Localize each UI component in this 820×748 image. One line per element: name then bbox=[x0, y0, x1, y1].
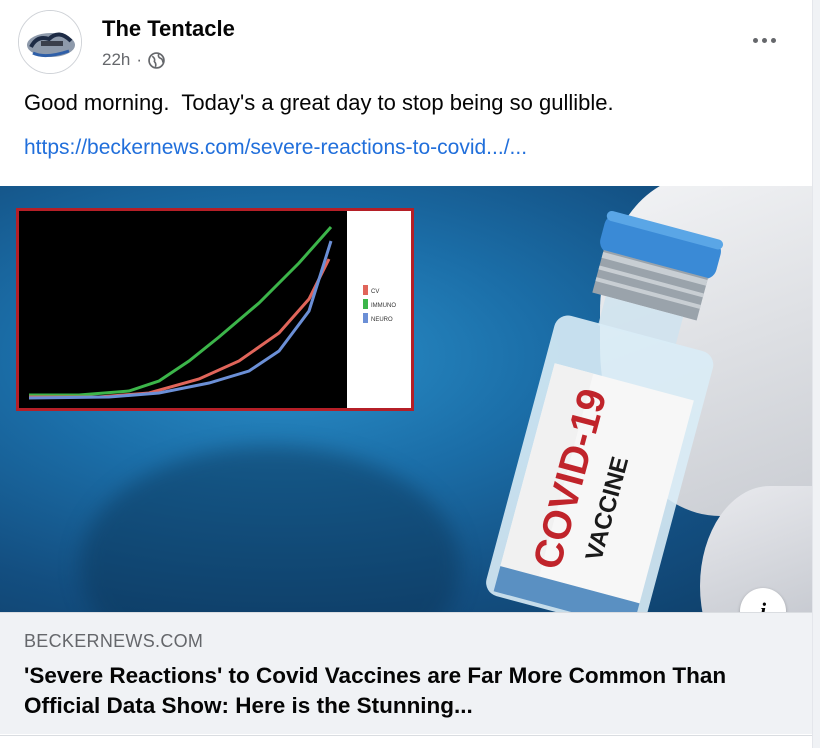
inset-chart-svg: CV IMMUNO NEURO bbox=[19, 211, 411, 408]
post-time[interactable]: 22h bbox=[102, 50, 130, 70]
post-link[interactable]: https://beckernews.com/severe-reactions-… bbox=[24, 136, 527, 160]
legend-cv-swatch bbox=[363, 285, 368, 295]
legend-immuno-label: IMMUNO bbox=[371, 303, 396, 309]
post-text: Good morning. Today's a great day to sto… bbox=[24, 90, 614, 115]
more-options-button[interactable] bbox=[744, 26, 784, 54]
legend-neuro-swatch bbox=[363, 313, 368, 323]
post-image[interactable]: CV IMMUNO NEURO COVID-19 VACCINE bbox=[0, 186, 812, 612]
link-preview-card[interactable]: BECKERNEWS.COM 'Severe Reactions' to Cov… bbox=[0, 612, 812, 734]
link-domain: BECKERNEWS.COM bbox=[24, 631, 204, 651]
avatar[interactable] bbox=[18, 10, 82, 74]
post-header: The Tentacle 22h · bbox=[18, 10, 798, 74]
legend-immuno-swatch bbox=[363, 299, 368, 309]
facebook-post: The Tentacle 22h · Good morning. Today's… bbox=[0, 0, 812, 748]
tentacle-logo-icon bbox=[19, 11, 81, 73]
legend-neuro-label: NEURO bbox=[371, 317, 393, 323]
scroll-edge bbox=[812, 0, 820, 748]
vaccine-vial: COVID-19 VACCINE bbox=[486, 210, 724, 612]
link-headline[interactable]: 'Severe Reactions' to Covid Vaccines are… bbox=[24, 661, 784, 721]
blurred-figure bbox=[80, 446, 460, 612]
post-meta: 22h · bbox=[102, 50, 165, 70]
legend-cv-label: CV bbox=[371, 289, 379, 295]
meta-separator: · bbox=[136, 50, 143, 69]
inset-chart: CV IMMUNO NEURO bbox=[16, 208, 414, 411]
author-name[interactable]: The Tentacle bbox=[102, 16, 235, 42]
ellipsis-icon bbox=[752, 37, 758, 43]
divider bbox=[0, 735, 812, 736]
globe-icon bbox=[148, 51, 165, 69]
